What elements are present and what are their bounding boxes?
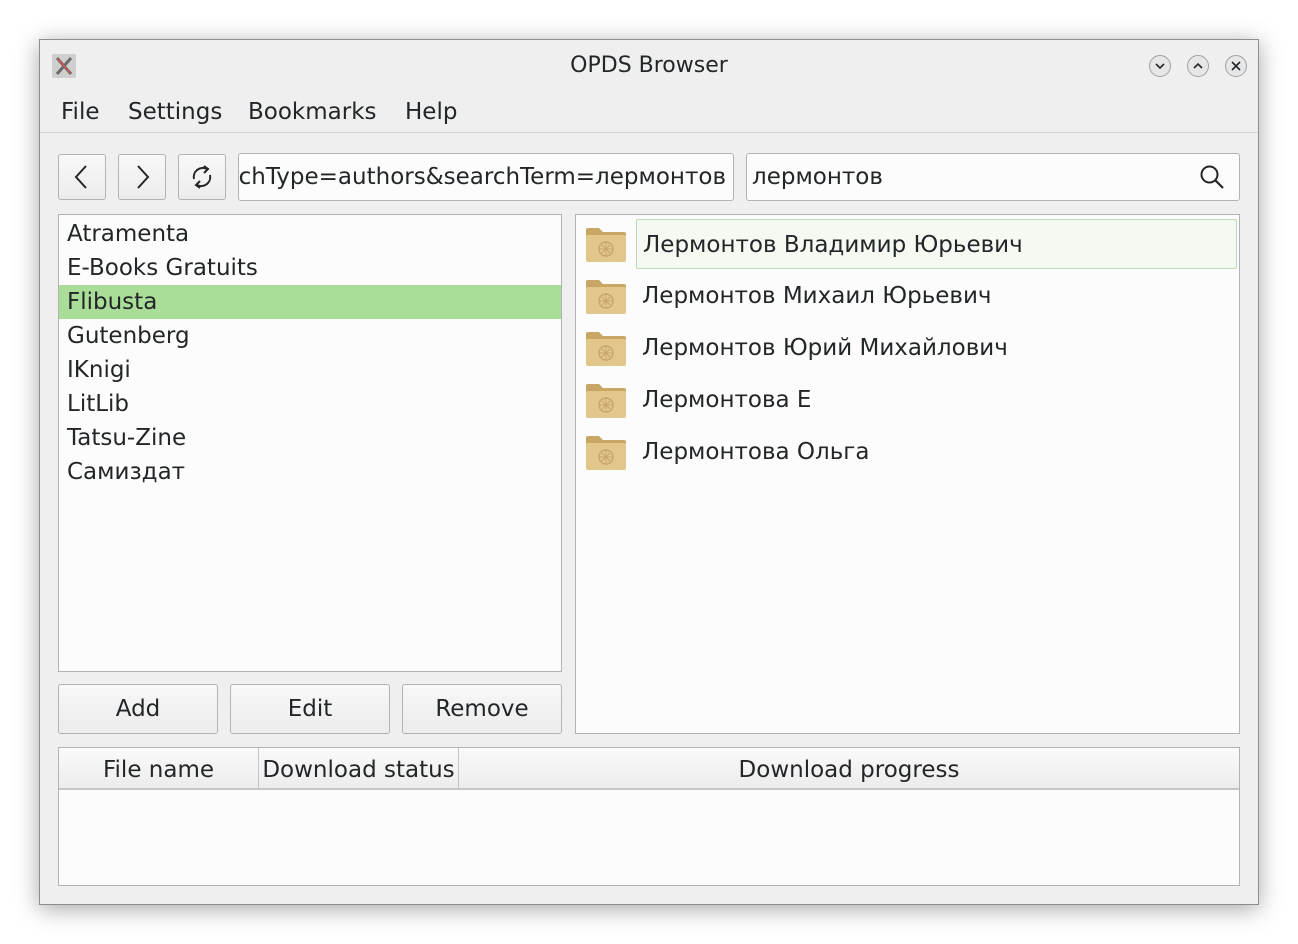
result-item[interactable]: Лермонтов Михаил Юрьевич bbox=[576, 271, 1239, 321]
menu-bar: File Settings Bookmarks Help bbox=[40, 92, 1258, 132]
catalog-item-samizdat[interactable]: Самиздат bbox=[59, 455, 561, 489]
forward-button[interactable] bbox=[118, 154, 166, 200]
menu-separator bbox=[40, 132, 1258, 133]
menu-help[interactable]: Help bbox=[405, 96, 457, 128]
results-list[interactable]: Лермонтов Владимир Юрьевич Лермонтов Мих… bbox=[575, 214, 1240, 734]
catalog-item-gutenberg[interactable]: Gutenberg bbox=[59, 319, 561, 353]
downloads-header: File name Download status Download progr… bbox=[59, 748, 1239, 790]
minimize-icon bbox=[1155, 63, 1165, 70]
result-label: Лермонтов Юрий Михайлович bbox=[642, 335, 1008, 361]
column-header-download-status[interactable]: Download status bbox=[259, 748, 459, 788]
folder-icon bbox=[586, 384, 626, 418]
folder-icon bbox=[586, 280, 626, 314]
catalog-item-atramenta[interactable]: Atramenta bbox=[59, 217, 561, 251]
chevron-left-icon bbox=[74, 165, 87, 189]
menu-bookmarks[interactable]: Bookmarks bbox=[248, 96, 377, 128]
column-header-download-progress[interactable]: Download progress bbox=[459, 748, 1239, 788]
chevron-right-icon bbox=[137, 165, 150, 189]
catalog-item-flibusta[interactable]: Flibusta bbox=[59, 285, 561, 319]
window-title: OPDS Browser bbox=[570, 53, 728, 78]
maximize-button[interactable] bbox=[1187, 55, 1209, 77]
folder-icon bbox=[586, 436, 626, 470]
result-item[interactable]: Лермонтов Юрий Михайлович bbox=[576, 323, 1239, 373]
close-button[interactable] bbox=[1225, 55, 1247, 77]
menu-file[interactable]: File bbox=[61, 96, 100, 128]
catalog-item-ebooks-gratuits[interactable]: E-Books Gratuits bbox=[59, 251, 561, 285]
edit-button[interactable]: Edit bbox=[230, 684, 390, 734]
maximize-icon bbox=[1193, 62, 1203, 69]
result-item[interactable]: Лермонтова Ольга bbox=[576, 427, 1239, 477]
folder-icon bbox=[586, 332, 626, 366]
result-item[interactable]: Лермонтов Владимир Юрьевич bbox=[576, 219, 1239, 269]
title-bar[interactable]: OPDS Browser bbox=[40, 40, 1258, 90]
search-icon[interactable] bbox=[1199, 164, 1225, 190]
back-button[interactable] bbox=[58, 154, 106, 200]
downloads-table[interactable]: File name Download status Download progr… bbox=[58, 747, 1240, 886]
catalog-item-iknigi[interactable]: IKnigi bbox=[59, 353, 561, 387]
reload-icon bbox=[192, 165, 212, 189]
opds-browser-window: OPDS Browser File Settings Bookmarks Hel… bbox=[39, 39, 1259, 905]
url-field[interactable]: rchType=authors&searchTerm=лермонтов bbox=[238, 153, 734, 201]
search-value: лермонтов bbox=[752, 164, 883, 190]
result-label: Лермонтов Михаил Юрьевич bbox=[642, 283, 992, 309]
catalog-list[interactable]: Atramenta E-Books Gratuits Flibusta Gute… bbox=[58, 214, 562, 672]
result-label: Лермонтова Ольга bbox=[642, 439, 870, 465]
close-icon bbox=[1231, 61, 1241, 71]
menu-settings[interactable]: Settings bbox=[128, 96, 222, 128]
catalog-item-tatsu-zine[interactable]: Tatsu-Zine bbox=[59, 421, 561, 455]
search-field[interactable]: лермонтов bbox=[746, 153, 1240, 201]
result-label: Лермонтов Владимир Юрьевич bbox=[636, 219, 1237, 269]
catalog-item-litlib[interactable]: LitLib bbox=[59, 387, 561, 421]
minimize-button[interactable] bbox=[1149, 55, 1171, 77]
result-label: Лермонтова Е bbox=[642, 387, 812, 413]
column-header-file-name[interactable]: File name bbox=[59, 748, 259, 788]
remove-button[interactable]: Remove bbox=[402, 684, 562, 734]
folder-icon bbox=[586, 228, 626, 262]
url-value: rchType=authors&searchTerm=лермонтов bbox=[238, 164, 726, 190]
add-button[interactable]: Add bbox=[58, 684, 218, 734]
reload-button[interactable] bbox=[178, 154, 226, 200]
result-item[interactable]: Лермонтова Е bbox=[576, 375, 1239, 425]
